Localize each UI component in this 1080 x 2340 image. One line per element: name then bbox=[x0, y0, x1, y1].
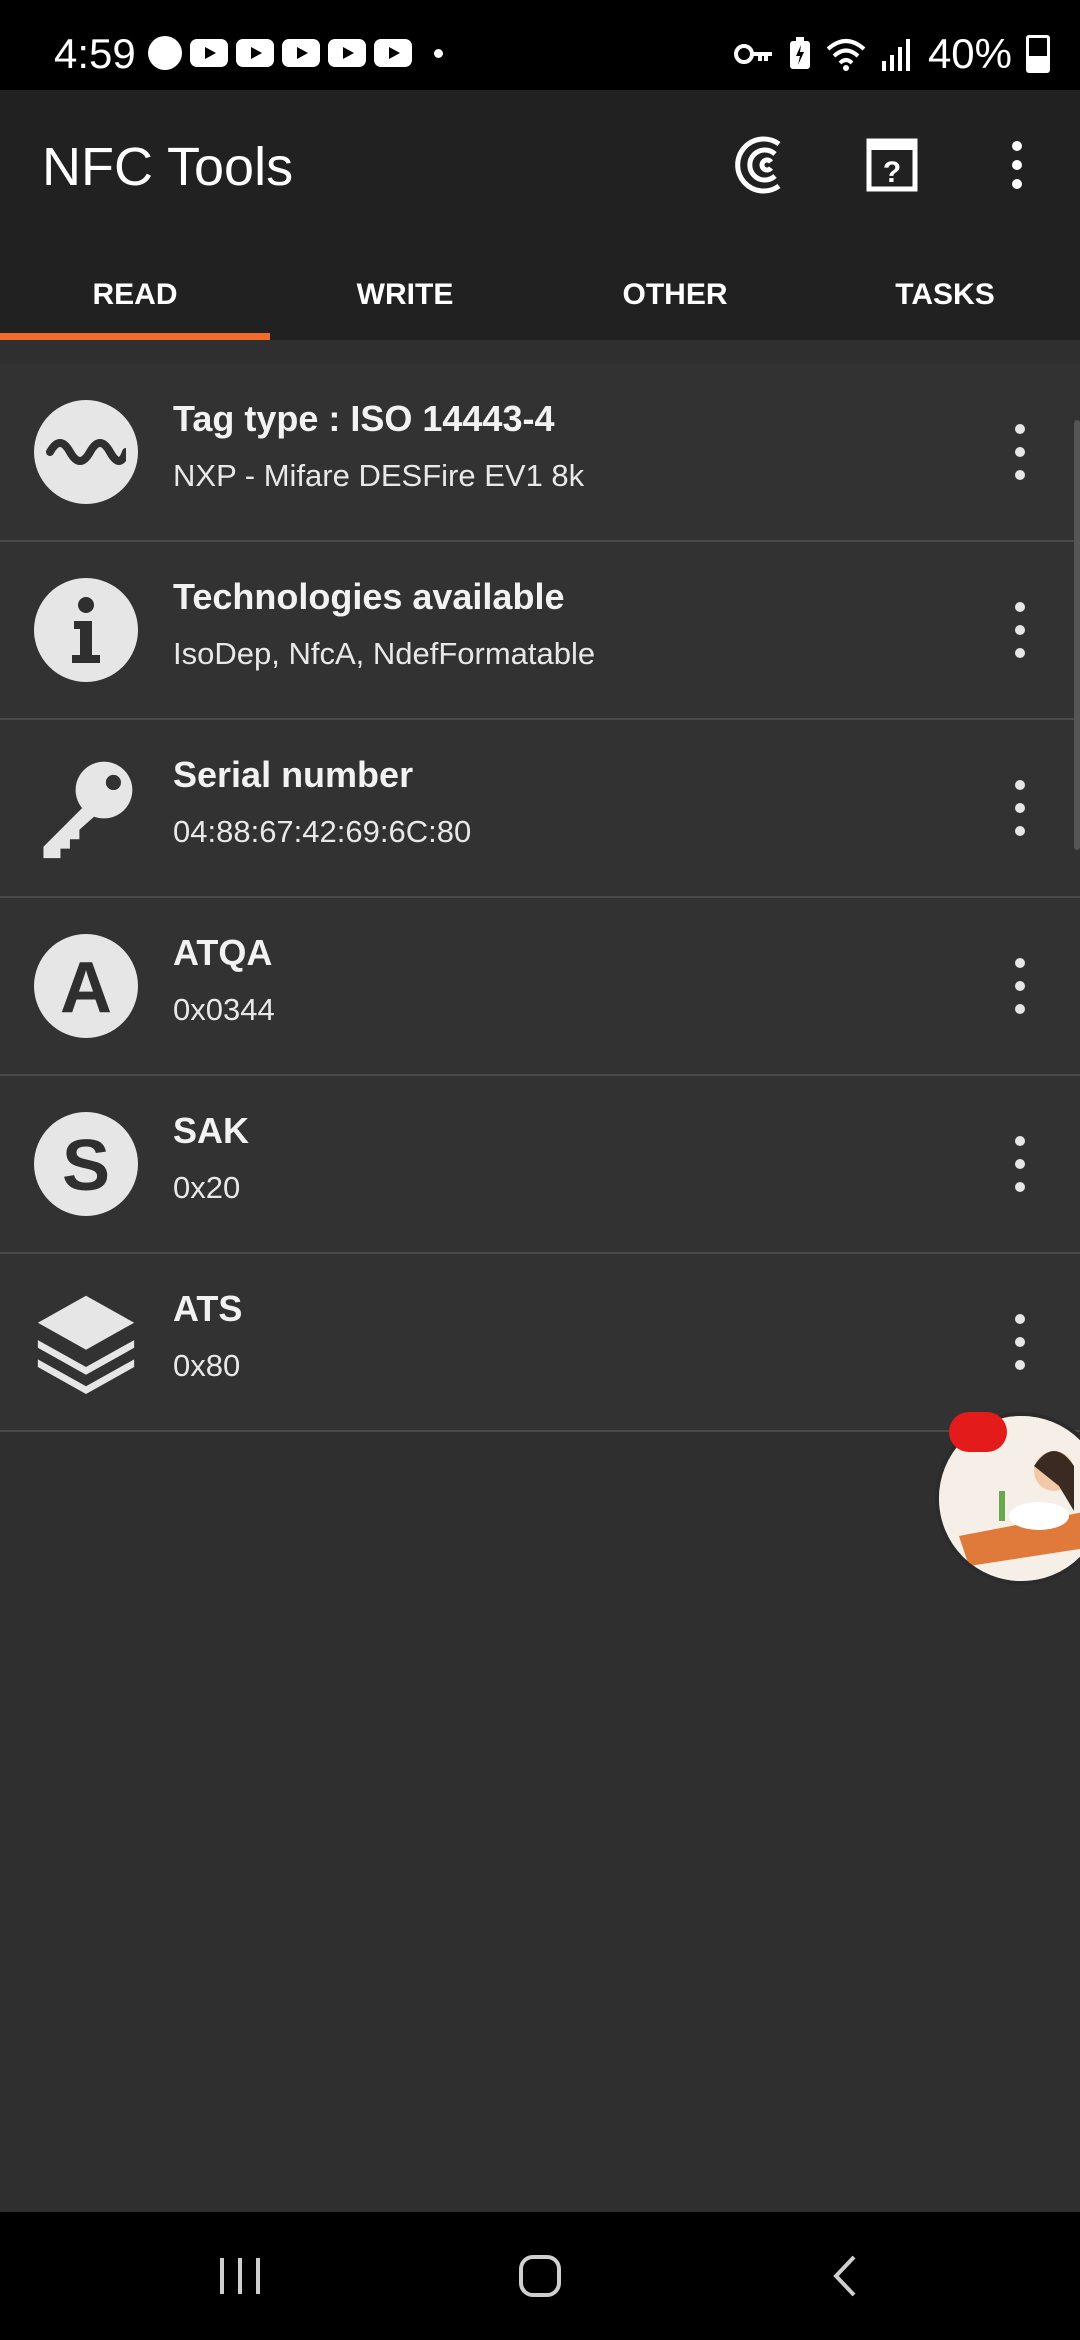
messenger-icon bbox=[148, 36, 182, 70]
item-title: SAK bbox=[173, 1110, 250, 1151]
overflow-menu-icon[interactable] bbox=[982, 130, 1052, 200]
vpn-key-icon bbox=[733, 44, 772, 64]
system-nav-bar bbox=[0, 2212, 1080, 2340]
notification-icons bbox=[148, 36, 443, 70]
list-item[interactable]: Technologies available IsoDep, NfcA, Nde… bbox=[0, 542, 1080, 720]
more-options-icon[interactable] bbox=[1010, 1136, 1030, 1192]
tab-read[interactable]: READ bbox=[0, 260, 270, 340]
item-subtitle: 0x20 bbox=[173, 1170, 241, 1205]
battery-percent: 40% bbox=[927, 30, 1012, 77]
help-book-icon[interactable]: ? bbox=[857, 130, 927, 200]
recents-icon[interactable] bbox=[140, 2212, 340, 2340]
status-time: 4:59 bbox=[54, 30, 136, 77]
layers-icon bbox=[34, 1290, 138, 1394]
item-title: ATS bbox=[173, 1288, 243, 1329]
more-options-icon[interactable] bbox=[1010, 780, 1030, 836]
list-item[interactable]: Serial number 04:88:67:42:69:6C:80 bbox=[0, 720, 1080, 898]
item-subtitle: 0x80 bbox=[173, 1348, 241, 1383]
battery-saver-icon bbox=[789, 37, 810, 69]
more-options-icon[interactable] bbox=[1010, 424, 1030, 480]
youtube-icon bbox=[190, 39, 228, 67]
more-options-icon[interactable] bbox=[1010, 958, 1030, 1014]
letter-s-icon: S bbox=[34, 1112, 138, 1216]
status-bar: 4:59 40% bbox=[0, 0, 1080, 90]
svg-text:S: S bbox=[62, 1132, 110, 1196]
notification-badge-icon bbox=[949, 1412, 1007, 1452]
nfc-scan-icon[interactable] bbox=[727, 130, 797, 200]
tab-tasks[interactable]: TASKS bbox=[810, 260, 1080, 340]
item-subtitle: NXP - Mifare DESFire EV1 8k bbox=[173, 458, 585, 493]
list-item[interactable]: ATS 0x80 bbox=[0, 1254, 1080, 1432]
key-icon bbox=[34, 756, 138, 860]
wave-icon bbox=[34, 400, 138, 504]
svg-text:?: ? bbox=[883, 156, 901, 189]
youtube-icon bbox=[282, 39, 320, 67]
chat-head-bubble[interactable] bbox=[935, 1412, 1080, 1585]
app-title: NFC Tools bbox=[42, 137, 294, 197]
tab-write[interactable]: WRITE bbox=[270, 260, 540, 340]
more-options-icon[interactable] bbox=[1010, 1314, 1030, 1370]
tag-info-list: Tag type : ISO 14443-4 NXP - Mifare DESF… bbox=[0, 364, 1080, 1432]
home-icon[interactable] bbox=[440, 2212, 640, 2340]
app-bar: NFC Tools ? READ WRITE OTHER TASKS bbox=[0, 90, 1080, 340]
battery-icon bbox=[1026, 35, 1050, 73]
item-title: Technologies available bbox=[173, 576, 565, 617]
youtube-icon bbox=[328, 39, 366, 67]
more-options-icon[interactable] bbox=[1010, 602, 1030, 658]
signal-icon bbox=[881, 39, 910, 71]
dot-icon bbox=[434, 48, 443, 58]
item-subtitle: IsoDep, NfcA, NdefFormatable bbox=[173, 636, 596, 671]
tab-bar: READ WRITE OTHER TASKS bbox=[0, 260, 1080, 340]
scrollbar[interactable] bbox=[1074, 420, 1080, 850]
item-title: ATQA bbox=[173, 932, 273, 973]
tab-other[interactable]: OTHER bbox=[540, 260, 810, 340]
info-icon bbox=[34, 578, 138, 682]
letter-a-icon: A bbox=[34, 934, 138, 1038]
system-icons: 40% bbox=[733, 30, 1050, 78]
item-subtitle: 0x0344 bbox=[173, 992, 275, 1027]
item-title: Serial number bbox=[173, 754, 414, 795]
item-subtitle: 04:88:67:42:69:6C:80 bbox=[173, 814, 472, 849]
list-item[interactable]: S SAK 0x20 bbox=[0, 1076, 1080, 1254]
list-item[interactable]: A ATQA 0x0344 bbox=[0, 898, 1080, 1076]
list-item[interactable]: Tag type : ISO 14443-4 NXP - Mifare DESF… bbox=[0, 364, 1080, 542]
svg-text:A: A bbox=[60, 954, 112, 1018]
youtube-icon bbox=[374, 39, 412, 67]
item-title: Tag type : ISO 14443-4 bbox=[173, 398, 555, 439]
back-icon[interactable] bbox=[745, 2212, 945, 2340]
wifi-icon bbox=[826, 39, 866, 71]
youtube-icon bbox=[236, 39, 274, 67]
